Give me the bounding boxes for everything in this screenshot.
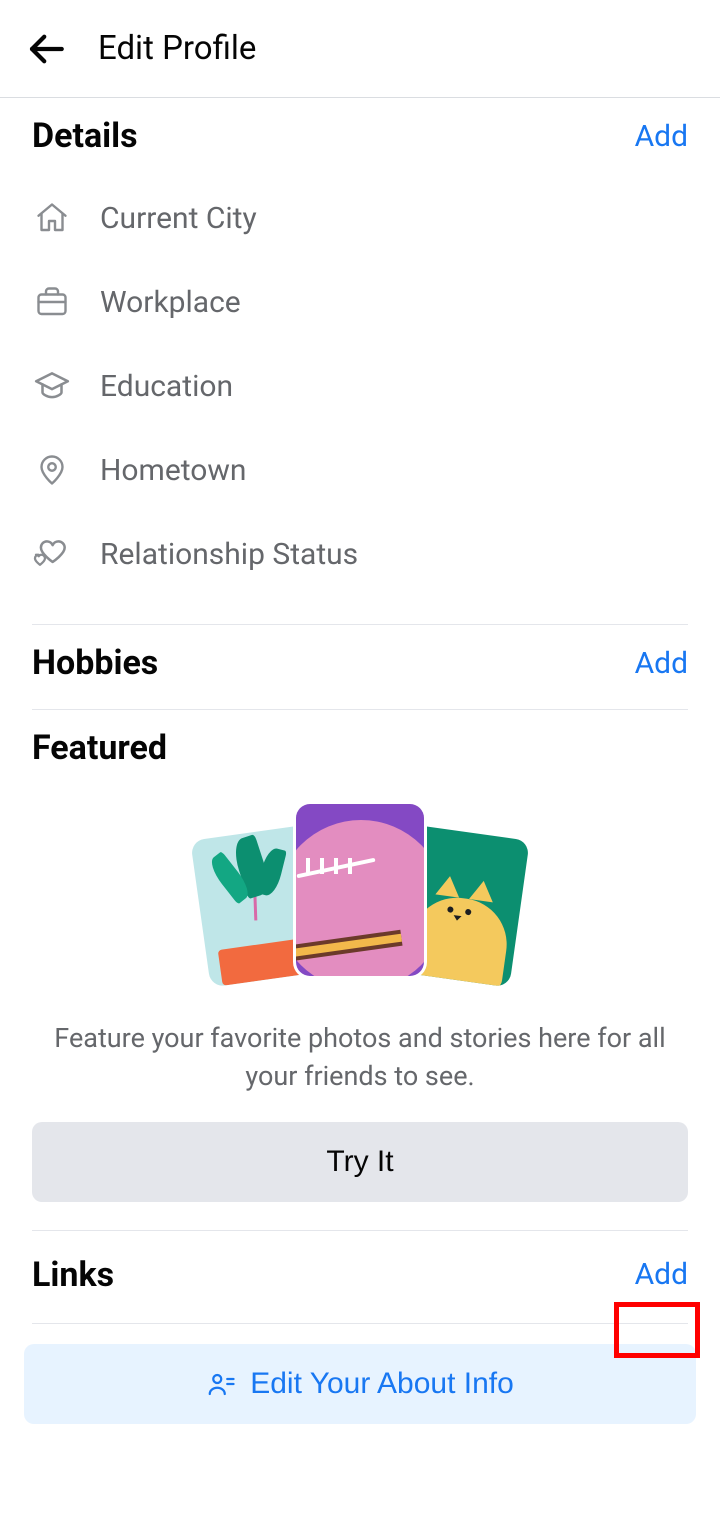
details-section: Details Add Current City Workplace Edu — [32, 98, 688, 625]
detail-label: Hometown — [100, 453, 246, 488]
featured-title: Featured — [32, 728, 167, 768]
detail-hometown[interactable]: Hometown — [32, 428, 688, 512]
detail-relationship[interactable]: Relationship Status — [32, 512, 688, 596]
featured-try-button[interactable]: Try It — [32, 1122, 688, 1202]
details-title: Details — [32, 116, 138, 156]
location-pin-icon — [32, 450, 72, 490]
home-icon — [32, 198, 72, 238]
links-section: Links Add — [32, 1231, 688, 1324]
briefcase-icon — [32, 282, 72, 322]
top-bar: Edit Profile — [0, 0, 720, 98]
detail-label: Workplace — [100, 285, 241, 320]
edit-about-info-label: Edit Your About Info — [250, 1367, 514, 1401]
links-add-button[interactable]: Add — [635, 1257, 688, 1292]
page-title: Edit Profile — [98, 29, 256, 68]
detail-workplace[interactable]: Workplace — [32, 260, 688, 344]
hobbies-title: Hobbies — [32, 643, 158, 683]
hobbies-add-button[interactable]: Add — [635, 646, 688, 681]
detail-label: Current City — [100, 201, 257, 236]
arrow-left-icon — [25, 28, 67, 70]
graduation-cap-icon — [32, 366, 72, 406]
featured-section: Featured Feature your fav — [32, 710, 688, 1231]
detail-current-city[interactable]: Current City — [32, 176, 688, 260]
featured-description: Feature your favorite photos and stories… — [32, 1016, 688, 1122]
links-title: Links — [32, 1255, 114, 1295]
detail-label: Education — [100, 369, 233, 404]
highlight-annotation — [614, 1302, 700, 1358]
edit-about-info-button[interactable]: Edit Your About Info — [24, 1344, 696, 1424]
featured-card-football — [296, 804, 424, 976]
hobbies-section: Hobbies Add — [32, 625, 688, 710]
person-card-icon — [206, 1369, 236, 1399]
detail-label: Relationship Status — [100, 537, 358, 572]
featured-illustration — [200, 804, 520, 994]
hearts-icon — [32, 534, 72, 574]
details-add-button[interactable]: Add — [635, 119, 688, 154]
back-button[interactable] — [22, 25, 70, 73]
detail-education[interactable]: Education — [32, 344, 688, 428]
